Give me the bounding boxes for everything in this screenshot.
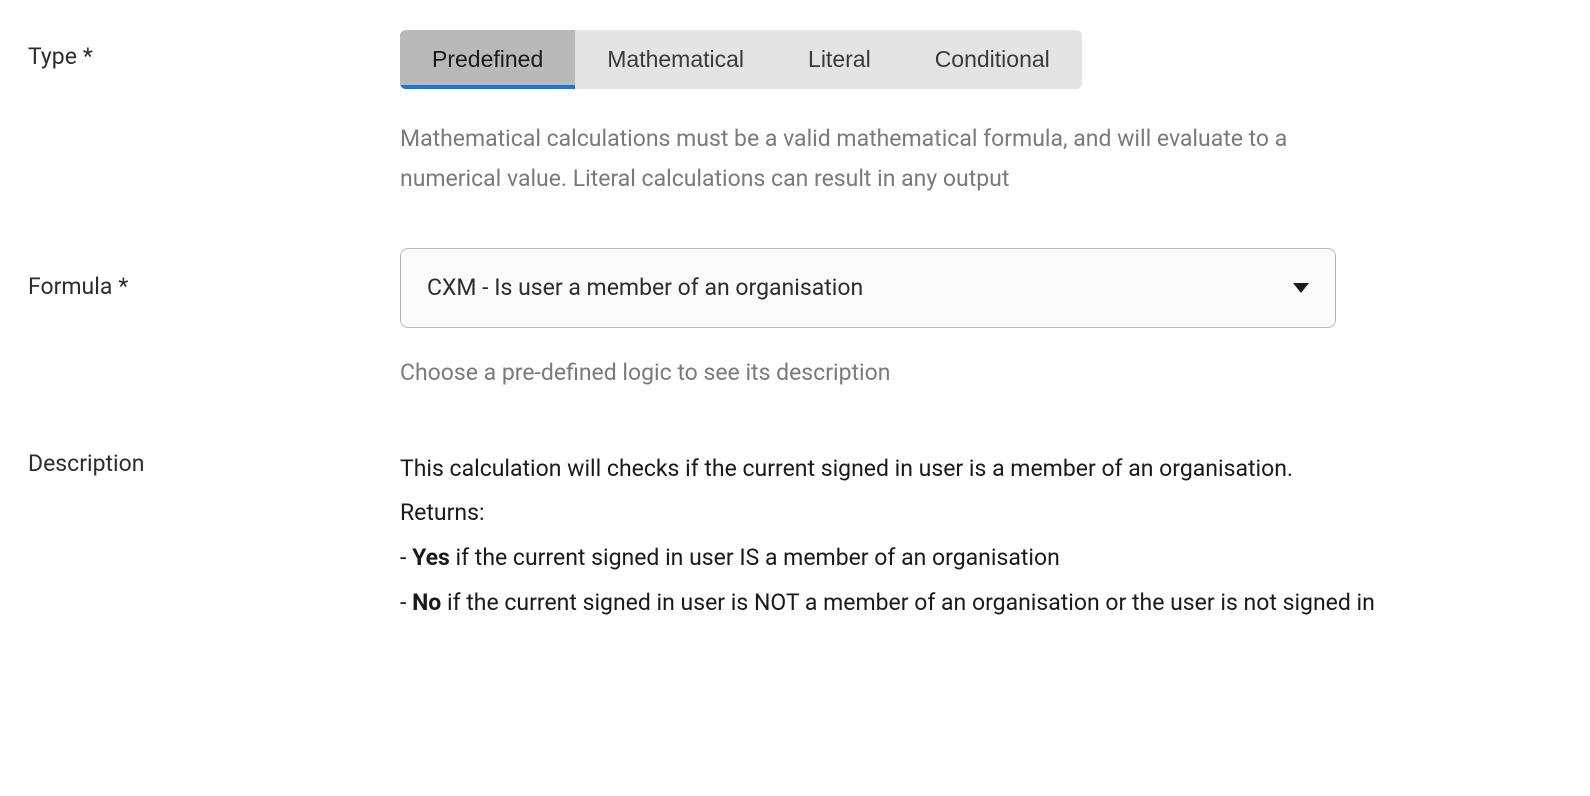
type-label-text: Type [28, 43, 77, 70]
description-content: This calculation will checks if the curr… [400, 447, 1562, 626]
type-tabs: Predefined Mathematical Literal Conditio… [400, 30, 1082, 89]
type-label-col: Type* [28, 30, 400, 75]
description-no-bold: No [412, 589, 441, 616]
formula-selected-value: CXM - Is user a member of an organisatio… [427, 271, 863, 306]
type-label: Type* [28, 43, 93, 70]
bullet-prefix: - [400, 589, 412, 616]
tab-conditional[interactable]: Conditional [903, 30, 1082, 89]
type-row: Type* Predefined Mathematical Literal Co… [28, 30, 1562, 200]
description-yes-bold: Yes [412, 544, 450, 571]
caret-down-icon [1293, 283, 1309, 293]
tab-mathematical[interactable]: Mathematical [575, 30, 776, 89]
formula-select[interactable]: CXM - Is user a member of an organisatio… [400, 248, 1336, 329]
formula-label-col: Formula* [28, 248, 400, 305]
required-asterisk: * [118, 273, 128, 300]
description-label-col: Description [28, 447, 400, 482]
tab-literal[interactable]: Literal [776, 30, 903, 89]
bullet-prefix: - [400, 544, 412, 571]
type-helper-text: Mathematical calculations must be a vali… [400, 119, 1340, 200]
description-text: This calculation will checks if the curr… [400, 447, 1562, 626]
formula-label: Formula* [28, 273, 128, 300]
required-asterisk: * [83, 43, 93, 70]
formula-row: Formula* CXM - Is user a member of an or… [28, 248, 1562, 391]
description-line-3: - Yes if the current signed in user IS a… [400, 536, 1562, 581]
description-line-2: Returns: [400, 491, 1562, 536]
description-line-1: This calculation will checks if the curr… [400, 447, 1562, 492]
description-line-3-rest: if the current signed in user IS a membe… [450, 544, 1060, 571]
formula-helper-text: Choose a pre-defined logic to see its de… [400, 356, 1562, 391]
type-content: Predefined Mathematical Literal Conditio… [400, 30, 1562, 200]
formula-label-text: Formula [28, 273, 112, 300]
description-line-4-rest: if the current signed in user is NOT a m… [441, 589, 1375, 616]
description-label: Description [28, 450, 144, 477]
formula-content: CXM - Is user a member of an organisatio… [400, 248, 1562, 391]
description-row: Description This calculation will checks… [28, 447, 1562, 626]
description-line-4: - No if the current signed in user is NO… [400, 581, 1562, 626]
tab-predefined[interactable]: Predefined [400, 30, 575, 89]
